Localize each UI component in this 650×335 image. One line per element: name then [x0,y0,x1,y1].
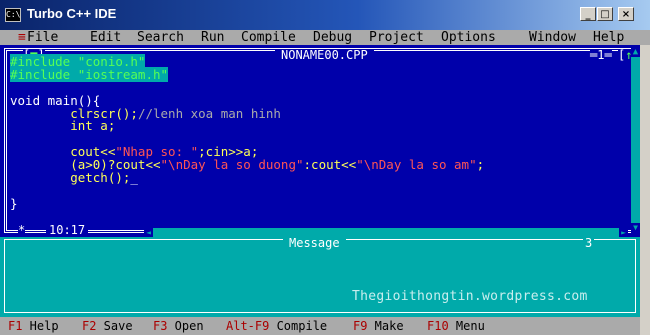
menu-file[interactable]: File [27,30,58,45]
menu-bar: ≡ File Edit Search Run Compile Debug Pro… [0,30,650,45]
code-token: :cout<< [303,157,357,173]
code-token: _ [130,170,138,186]
menu-run[interactable]: Run [201,30,224,45]
code-token: } [10,195,18,211]
scroll-left-arrow-icon[interactable]: ◄ [144,228,153,237]
code-token: int a; [10,118,116,134]
message-window[interactable]: Message 3 Thegioithongtin.wordpress.com [0,237,640,317]
status-key: F3 [153,319,168,333]
code-line[interactable] [10,82,630,95]
watermark: Thegioithongtin.wordpress.com [352,289,588,304]
window-title: Turbo C++ IDE [27,6,117,21]
code-token: ; [476,157,485,173]
title-bar: C:\ Turbo C++ IDE _ □ × [0,0,650,30]
desktop-edge [640,45,650,335]
menu-edit[interactable]: Edit [90,30,121,45]
code-token: #include "iostream.h" [10,66,169,82]
minimize-button[interactable]: _ [580,7,596,21]
status-item-open[interactable]: F3 Open [153,317,204,335]
status-label: Compile [269,319,328,333]
status-key: F1 [8,319,23,333]
scroll-up-arrow-icon[interactable]: ▲ [631,47,640,57]
status-bar: F1 Help F2 Save F3 Open Alt-F9 Compile F9 Ma… [0,317,640,335]
modified-marker: * [18,223,26,237]
status-item-help[interactable]: F1 Help [8,317,59,335]
menu-compile[interactable]: Compile [241,30,296,45]
code-line[interactable] [10,185,630,198]
code-line[interactable]: #include "iostream.h" [10,66,630,82]
status-item-save[interactable]: F2 Save [82,317,133,335]
code-line[interactable]: } [10,195,630,211]
horizontal-scrollbar[interactable]: ◄ ► [144,228,628,237]
menu-options[interactable]: Options [441,30,496,45]
status-label: Make [367,319,404,333]
code-token: "\nDay la so duong" [160,157,304,173]
status-label: Save [96,319,133,333]
status-item-menu[interactable]: F10 Menu [427,317,485,335]
status-item-make[interactable]: F9 Make [353,317,404,335]
system-menu[interactable]: ≡ [18,30,26,45]
status-label: Open [167,319,204,333]
app-icon[interactable]: C:\ [5,8,21,22]
menu-debug[interactable]: Debug [313,30,352,45]
code-token: //lenh xoa man hinh [137,105,281,121]
status-label: Help [22,319,59,333]
code-token: "\nDay la so am" [356,157,477,173]
code-token: getch(); [10,170,131,186]
code-area[interactable]: #include "conio.h" #include "iostream.h" v… [10,54,630,211]
code-line[interactable]: int a; [10,120,630,133]
scroll-right-arrow-icon[interactable]: ► [619,228,628,237]
status-label: Menu [448,319,485,333]
message-window-number: 3 [583,236,595,250]
message-title: Message [283,237,346,249]
code-line[interactable]: getch();_ [10,170,630,186]
menu-search[interactable]: Search [137,30,184,45]
status-key: F9 [353,319,368,333]
status-key: F2 [82,319,97,333]
vertical-scrollbar[interactable]: ▲ ▼ [631,47,640,233]
menu-project[interactable]: Project [369,30,424,45]
maximize-button[interactable]: □ [597,7,613,21]
menu-window[interactable]: Window [529,30,576,45]
close-button[interactable]: × [618,7,634,21]
menu-help[interactable]: Help [593,30,624,45]
cursor-position: 10:17 [46,224,89,236]
status-key: F10 [427,319,449,333]
status-item-compile[interactable]: Alt-F9 Compile [226,317,327,335]
status-key: Alt-F9 [226,319,270,333]
